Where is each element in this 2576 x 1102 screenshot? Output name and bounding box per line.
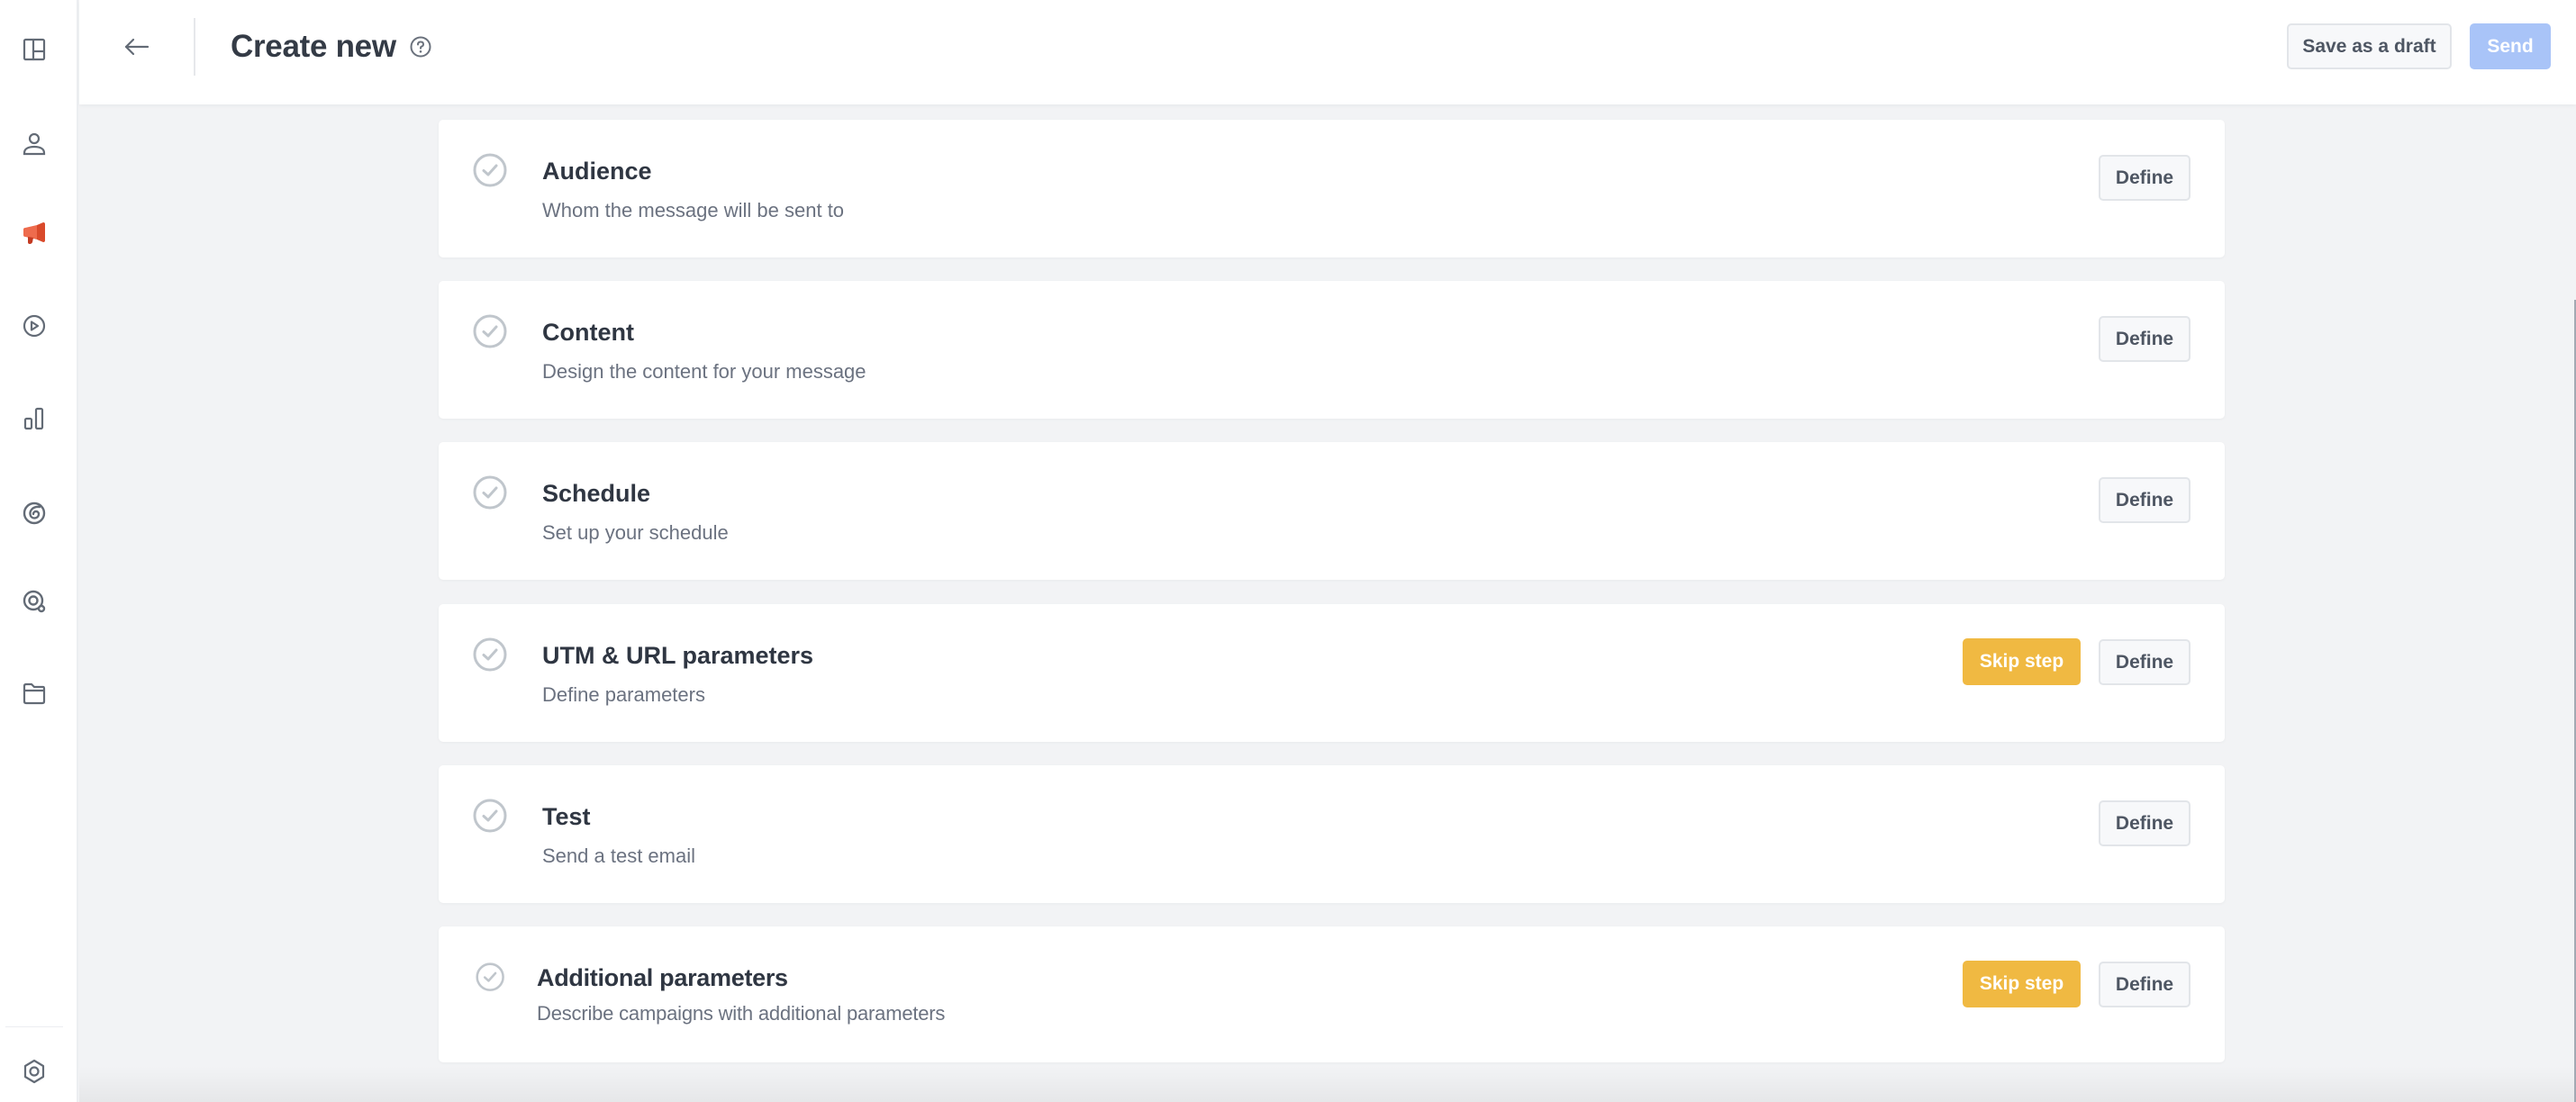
sidebar-item-insights[interactable]	[18, 585, 50, 618]
step-subtitle: Define parameters	[542, 683, 705, 706]
sidebar-item-campaigns[interactable]	[18, 216, 50, 248]
define-button[interactable]: Define	[2099, 639, 2191, 685]
check-circle-icon	[473, 799, 507, 833]
sidebar	[0, 0, 78, 1102]
sidebar-item-audience[interactable]	[18, 128, 50, 160]
check-circle-icon	[476, 962, 504, 991]
play-circle-icon	[23, 314, 46, 338]
step-subtitle: Send a test email	[542, 845, 695, 867]
settings-icon	[23, 1059, 45, 1084]
step-title: Schedule	[542, 480, 651, 507]
send-button[interactable]: Send	[2470, 23, 2551, 69]
folder-icon	[23, 682, 46, 705]
page-title: Create new	[231, 29, 396, 64]
user-icon	[23, 132, 46, 156]
back-button[interactable]	[115, 27, 159, 67]
megaphone-icon	[23, 222, 45, 244]
check-circle-icon	[473, 475, 507, 510]
sidebar-item-automation[interactable]	[18, 310, 50, 342]
check-circle-icon	[473, 153, 507, 187]
sidebar-item-integrations[interactable]	[18, 497, 50, 529]
step-card-test: Test Send a test email Define	[439, 765, 2225, 903]
search-target-icon	[23, 590, 46, 613]
step-card-audience: Audience Whom the message will be sent t…	[439, 120, 2225, 257]
step-card-content: Content Design the content for your mess…	[439, 281, 2225, 419]
sidebar-divider	[5, 1026, 63, 1027]
step-card-utm-parameters: UTM & URL parameters Define parameters S…	[439, 604, 2225, 742]
define-button[interactable]: Define	[2099, 962, 2191, 1007]
sidebar-item-files[interactable]	[18, 677, 50, 709]
arrow-left-icon	[124, 38, 150, 56]
step-title: Audience	[542, 158, 652, 185]
save-draft-button[interactable]: Save as a draft	[2287, 23, 2452, 69]
step-title: Content	[542, 319, 634, 346]
skip-step-button[interactable]: Skip step	[1963, 961, 2081, 1007]
check-circle-icon	[473, 314, 507, 348]
skip-step-button[interactable]: Skip step	[1963, 638, 2081, 685]
sidebar-item-settings[interactable]	[18, 1055, 50, 1088]
dashboard-layout-icon	[23, 38, 46, 61]
question-circle-icon[interactable]	[409, 35, 432, 59]
sidebar-item-dashboard[interactable]	[18, 33, 50, 66]
page-header: Create new Save as a draft Send	[79, 0, 2576, 104]
step-title: Test	[542, 803, 591, 830]
step-title: UTM & URL parameters	[542, 642, 814, 669]
step-card-additional-parameters: Additional parameters Describe campaigns…	[439, 926, 2225, 1062]
step-title: Additional parameters	[537, 964, 788, 991]
define-button[interactable]: Define	[2099, 316, 2191, 362]
check-circle-icon	[473, 637, 507, 672]
step-subtitle: Set up your schedule	[542, 521, 729, 544]
define-button[interactable]: Define	[2099, 477, 2191, 523]
step-card-schedule: Schedule Set up your schedule Define	[439, 442, 2225, 580]
bottom-shadow	[79, 1066, 2576, 1102]
sidebar-item-analytics[interactable]	[18, 402, 50, 435]
header-divider	[194, 18, 195, 76]
define-button[interactable]: Define	[2099, 155, 2191, 201]
step-subtitle: Whom the message will be sent to	[542, 199, 845, 221]
step-subtitle: Describe campaigns with additional param…	[537, 1002, 946, 1025]
step-subtitle: Design the content for your message	[542, 360, 866, 383]
bar-chart-icon	[23, 407, 44, 430]
define-button[interactable]: Define	[2099, 800, 2191, 846]
swirl-icon	[23, 501, 46, 525]
